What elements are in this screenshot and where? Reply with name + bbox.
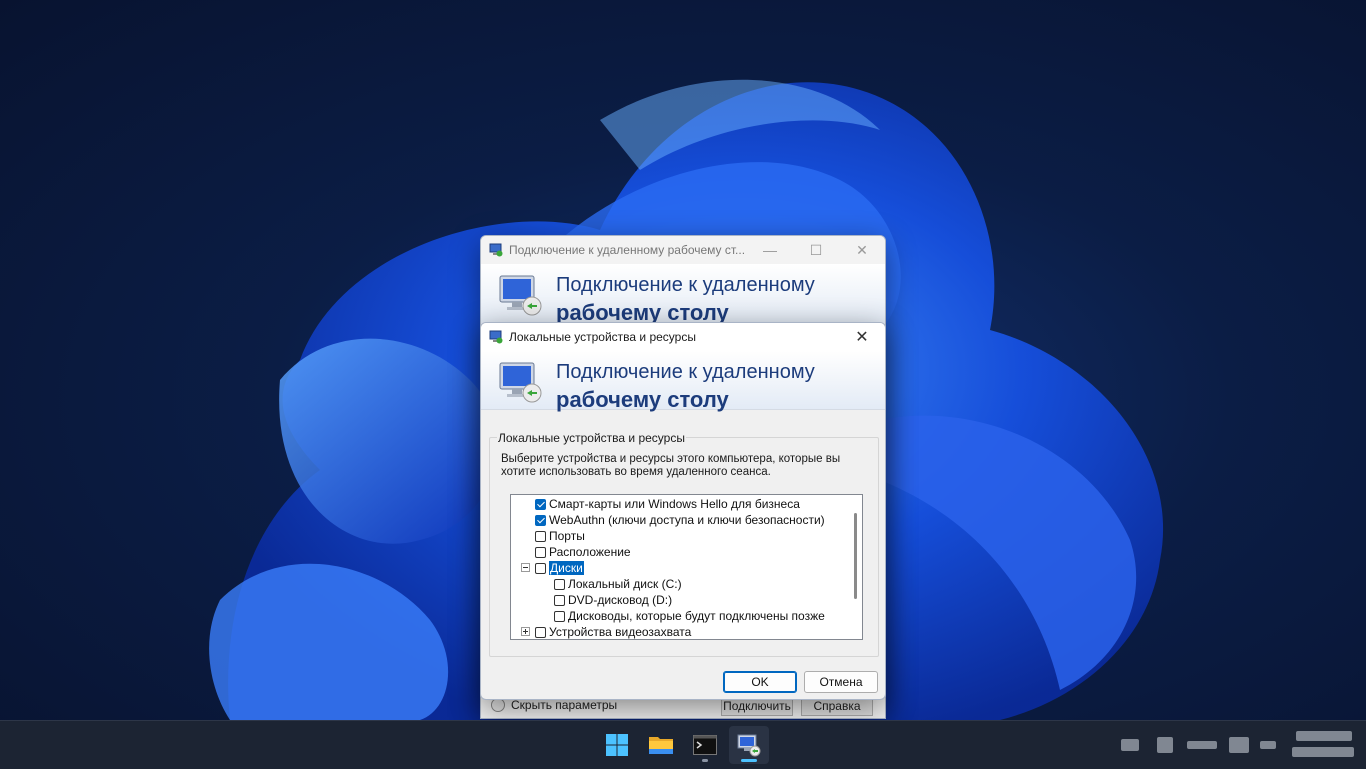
tree-item-label: Расположение <box>549 545 631 559</box>
minimize-icon[interactable]: — <box>747 236 793 264</box>
tree-item-label: WebAuthn (ключи доступа и ключи безопасн… <box>549 513 825 527</box>
collapse-options-icon[interactable] <box>491 698 505 712</box>
volume-icon[interactable] <box>1187 741 1217 749</box>
battery-icon[interactable] <box>1229 737 1249 753</box>
rdc-main-titlebar[interactable]: Подключение к удаленному рабочему ст... … <box>481 236 885 264</box>
tray-icon[interactable] <box>1121 739 1139 751</box>
remote-desktop-icon <box>737 734 761 757</box>
close-icon[interactable]: ✕ <box>839 236 885 264</box>
groupbox-description: Выберите устройства и ресурсы этого комп… <box>501 453 841 478</box>
tree-item-label: Устройства видеозахвата <box>549 625 692 639</box>
hide-options-link[interactable]: Скрыть параметры <box>511 698 617 712</box>
tree-item[interactable]: Диски <box>521 560 584 576</box>
tree-item[interactable]: WebAuthn (ключи доступа и ключи безопасн… <box>521 512 825 528</box>
clock-time[interactable] <box>1296 731 1352 741</box>
tree-item[interactable]: Локальный диск (C:) <box>540 576 682 592</box>
banner-line-1: Подключение к удаленному <box>556 274 815 296</box>
tree-item-label: Локальный диск (C:) <box>568 577 682 591</box>
tree-item-label: Смарт-карты или Windows Hello для бизнес… <box>549 497 800 511</box>
groupbox-label: Локальные устройства и ресурсы <box>497 431 686 445</box>
taskbar <box>0 720 1366 769</box>
devices-tree[interactable]: Смарт-карты или Windows Hello для бизнес… <box>510 494 863 640</box>
tree-item-checkbox[interactable] <box>535 546 546 558</box>
tree-item-label: DVD-дисковод (D:) <box>568 593 673 607</box>
tree-item[interactable]: Порты <box>521 528 585 544</box>
remote-desktop-icon <box>489 243 503 257</box>
start-icon <box>606 734 628 756</box>
tree-item-checkbox[interactable] <box>535 626 546 638</box>
tree-item[interactable]: Смарт-карты или Windows Hello для бизнес… <box>521 496 800 512</box>
dialog-title: Локальные устройства и ресурсы <box>509 330 696 344</box>
banner-line-1: Подключение к удаленному <box>556 361 815 383</box>
banner-line-2: рабочему столу <box>556 387 729 412</box>
taskbar-terminal[interactable] <box>685 726 725 764</box>
start-button[interactable] <box>597 726 637 764</box>
clock-date[interactable] <box>1292 747 1354 757</box>
collapse-icon[interactable] <box>521 563 530 572</box>
window-title: Подключение к удаленному рабочему ст... <box>509 243 746 257</box>
remote-desktop-icon <box>489 330 503 344</box>
rdc-banner: Подключение к удаленному рабочему столу <box>481 264 885 325</box>
tree-item-checkbox[interactable] <box>535 562 546 574</box>
ok-button[interactable]: OK <box>723 671 797 693</box>
remote-desktop-logo-icon <box>499 362 542 403</box>
terminal-icon <box>693 735 717 755</box>
tree-item[interactable]: Дисководы, которые будут подключены позж… <box>540 608 825 624</box>
running-indicator <box>702 759 708 762</box>
close-icon[interactable]: ✕ <box>839 323 885 351</box>
tree-scrollbar[interactable] <box>848 495 862 639</box>
taskbar-file-explorer[interactable] <box>641 726 681 764</box>
language-indicator[interactable] <box>1260 741 1276 749</box>
tree-item-checkbox[interactable] <box>535 530 546 542</box>
dialog-banner: Подключение к удаленному рабочему столу <box>481 351 885 412</box>
taskbar-remote-desktop[interactable] <box>729 726 769 764</box>
tree-item-checkbox[interactable] <box>554 578 565 590</box>
tree-item-checkbox[interactable] <box>535 514 546 526</box>
dialog-titlebar[interactable]: Локальные устройства и ресурсы ✕ <box>481 323 885 351</box>
active-indicator <box>741 759 757 762</box>
tree-item-label: Дисководы, которые будут подключены позж… <box>568 609 825 623</box>
tree-item-checkbox[interactable] <box>554 594 565 606</box>
tree-item-checkbox[interactable] <box>535 498 546 510</box>
cancel-button[interactable]: Отмена <box>804 671 878 693</box>
tree-item-label: Порты <box>549 529 585 543</box>
tree-item[interactable]: Расположение <box>521 544 631 560</box>
expand-icon[interactable] <box>521 627 530 636</box>
remote-desktop-logo-icon <box>499 275 542 316</box>
file-explorer-icon <box>649 737 673 754</box>
local-devices-dialog: Локальные устройства и ресурсы ✕ Подключ… <box>480 322 886 700</box>
network-icon[interactable] <box>1157 737 1173 753</box>
tree-item[interactable]: DVD-дисковод (D:) <box>540 592 672 608</box>
scrollbar-thumb[interactable] <box>854 513 857 599</box>
tree-item-checkbox[interactable] <box>554 610 565 622</box>
tree-item[interactable]: Устройства видеозахвата <box>521 624 692 639</box>
maximize-icon[interactable]: ☐ <box>793 236 839 264</box>
tree-item-label: Диски <box>549 561 584 575</box>
